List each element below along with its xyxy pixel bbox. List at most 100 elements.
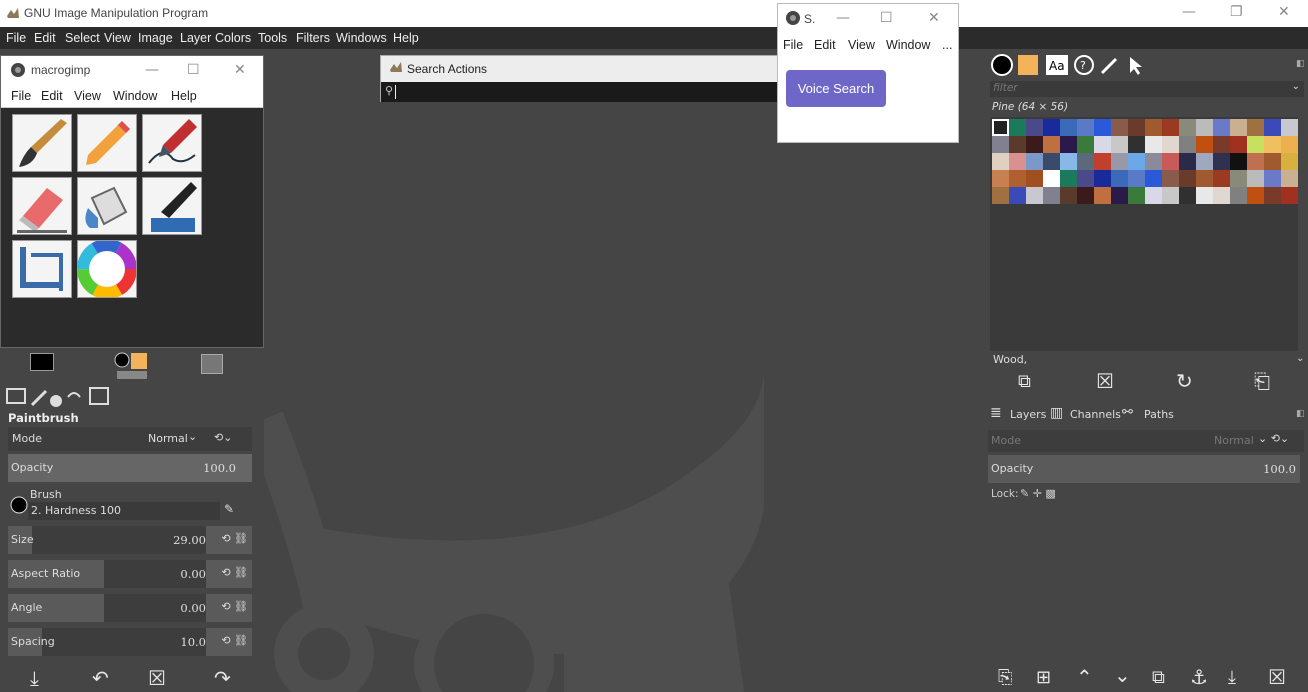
aspect-ratio-slider[interactable]: Aspect Ratio 0.00 ⟲ ⛓ [8, 560, 252, 588]
save-options-icon[interactable]: ⤓ [30, 666, 39, 690]
pattern-swatch[interactable] [1230, 170, 1247, 187]
size-reset-icon[interactable]: ⟲ ⛓ [221, 532, 248, 545]
lock-icons[interactable]: ✎ ✛ ▩ [1020, 487, 1056, 500]
resource-tab-icons[interactable]: Aa ? [990, 53, 1150, 77]
angle-slider[interactable]: Angle 0.00 ⟲ ⛓ [8, 594, 252, 622]
macrogimp-minimize-icon[interactable]: — [145, 62, 159, 78]
pattern-swatch[interactable] [1281, 136, 1298, 153]
pattern-swatch[interactable] [1281, 187, 1298, 204]
pattern-swatch[interactable] [1043, 136, 1060, 153]
pattern-swatch[interactable] [1179, 136, 1196, 153]
voice-menu-edit[interactable]: Edit [814, 38, 836, 52]
pattern-swatch[interactable] [1026, 119, 1043, 136]
pattern-swatch[interactable] [1247, 153, 1264, 170]
delete-layer-icon[interactable]: ☒ [1268, 665, 1286, 689]
pattern-swatch[interactable] [1196, 136, 1213, 153]
menu-view[interactable]: View [104, 31, 131, 45]
pattern-swatch[interactable] [1009, 119, 1026, 136]
mypaint-brush-tool-button[interactable] [142, 177, 202, 235]
eraser-tool-button[interactable] [12, 177, 72, 235]
pattern-swatch[interactable] [1196, 153, 1213, 170]
pattern-swatch[interactable] [1162, 170, 1179, 187]
pattern-swatch[interactable] [1009, 187, 1026, 204]
pattern-swatch[interactable] [992, 170, 1009, 187]
pattern-swatch[interactable] [1247, 170, 1264, 187]
pattern-swatch[interactable] [1060, 170, 1077, 187]
pattern-swatch[interactable] [1111, 170, 1128, 187]
brush-name-field[interactable]: 2. Hardness 100 [28, 502, 220, 520]
pattern-swatch[interactable] [1264, 119, 1281, 136]
pattern-swatch[interactable] [1196, 170, 1213, 187]
pattern-swatch[interactable] [992, 153, 1009, 170]
layers-list[interactable] [988, 504, 1304, 662]
macrogimp-maximize-icon[interactable]: ☐ [187, 62, 200, 78]
pattern-swatch[interactable] [1145, 153, 1162, 170]
voice-menu-file[interactable]: File [783, 38, 803, 52]
pattern-swatch[interactable] [1281, 153, 1298, 170]
pattern-swatch[interactable] [1213, 170, 1230, 187]
layer-mode-value[interactable]: Normal [1214, 434, 1254, 447]
pattern-swatch[interactable] [1077, 170, 1094, 187]
pattern-swatch[interactable] [1162, 187, 1179, 204]
menu-layer[interactable]: Layer [180, 31, 211, 45]
menu-filters[interactable]: Filters [296, 31, 330, 45]
voice-search-button[interactable]: Voice Search [786, 70, 886, 107]
pattern-swatch[interactable] [1094, 187, 1111, 204]
pattern-swatch[interactable] [1179, 153, 1196, 170]
pattern-swatch[interactable] [1077, 136, 1094, 153]
menu-windows[interactable]: Windows [336, 31, 387, 45]
pattern-swatch[interactable] [1247, 187, 1264, 204]
pattern-swatch[interactable] [1077, 153, 1094, 170]
pattern-swatch[interactable] [1009, 153, 1026, 170]
pattern-swatch[interactable] [1026, 153, 1043, 170]
layer-opacity-slider[interactable]: Opacity 100.0 [988, 455, 1300, 483]
macro-menu-view[interactable]: View [74, 89, 101, 103]
pattern-swatch[interactable] [1060, 119, 1077, 136]
channels-tab-icon[interactable]: ▥ [1050, 405, 1063, 421]
tag-chevron-icon[interactable]: ⌄ [1296, 353, 1304, 364]
pattern-swatch[interactable] [1145, 170, 1162, 187]
pattern-swatch[interactable] [1060, 187, 1077, 204]
pattern-swatch[interactable] [1281, 119, 1298, 136]
pattern-swatch[interactable] [1094, 153, 1111, 170]
menu-edit[interactable]: Edit [34, 31, 56, 45]
pattern-swatch[interactable] [1060, 153, 1077, 170]
ink-tool-button[interactable] [142, 114, 202, 172]
pattern-swatch[interactable] [1111, 119, 1128, 136]
pattern-swatch[interactable] [1162, 153, 1179, 170]
pattern-swatch[interactable] [1128, 119, 1145, 136]
pattern-swatch[interactable] [1264, 187, 1281, 204]
menu-select[interactable]: Select [65, 31, 100, 45]
pattern-swatch[interactable] [1043, 170, 1060, 187]
voice-menu-window[interactable]: Window [886, 38, 930, 52]
pattern-swatch[interactable] [1196, 119, 1213, 136]
menu-help[interactable]: Help [393, 31, 419, 45]
layer-mode-chevron-icon[interactable]: ⌄ ⟲⌄ [1258, 432, 1289, 445]
pattern-swatch[interactable] [1162, 136, 1179, 153]
pattern-swatch[interactable] [1145, 187, 1162, 204]
pattern-swatch[interactable] [1026, 136, 1043, 153]
dock-tab-icons[interactable] [6, 385, 116, 409]
pattern-swatch[interactable] [1009, 170, 1026, 187]
pattern-swatch[interactable] [1162, 119, 1179, 136]
patterns-grid[interactable] [990, 117, 1298, 351]
pattern-swatch[interactable] [1213, 187, 1230, 204]
pattern-swatch[interactable] [1128, 170, 1145, 187]
pattern-swatch[interactable] [1247, 119, 1264, 136]
chevron-down-icon[interactable]: ⌄ [188, 430, 197, 443]
pattern-filter-input[interactable]: filter ⌄ [990, 81, 1304, 97]
pattern-swatch[interactable] [992, 119, 1009, 136]
reset-options-icon[interactable]: ↷ [214, 666, 231, 690]
foreground-color-swatch[interactable] [30, 353, 54, 371]
pattern-swatch[interactable] [1230, 153, 1247, 170]
pattern-swatch[interactable] [1247, 136, 1264, 153]
macro-menu-window[interactable]: Window [113, 89, 157, 103]
brush-pattern-indicator[interactable] [114, 352, 148, 380]
pattern-swatch[interactable] [1077, 119, 1094, 136]
spacing-reset-icon[interactable]: ⟲ ⛓ [221, 634, 248, 647]
restore-icon[interactable]: ❐ [1230, 4, 1243, 20]
pencil-tool-button[interactable] [77, 114, 137, 172]
refresh-patterns-icon[interactable]: ↻ [1176, 369, 1193, 393]
tab-channels[interactable]: Channels [1070, 408, 1121, 421]
menu-tools[interactable]: Tools [258, 31, 287, 45]
